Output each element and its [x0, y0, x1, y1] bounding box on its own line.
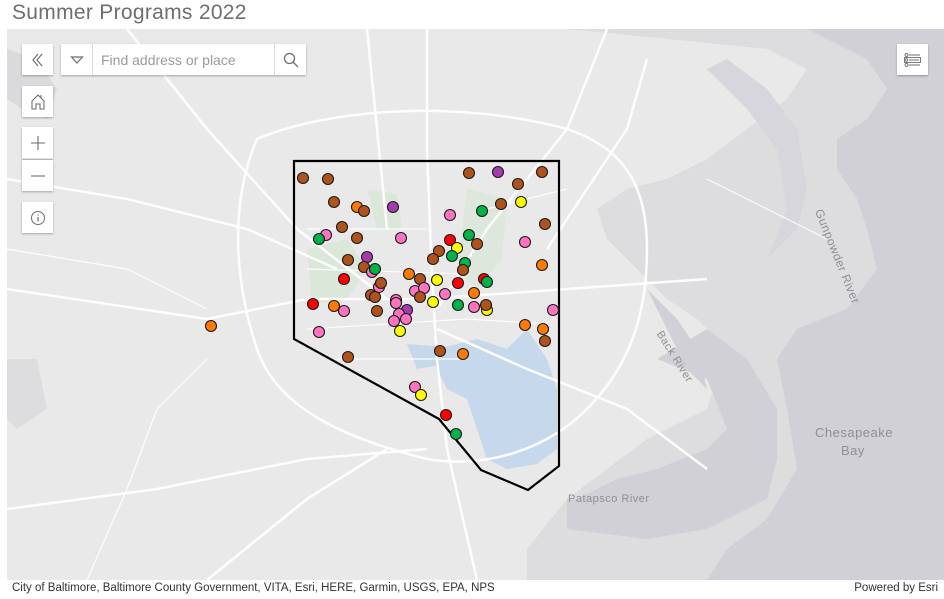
home-button[interactable]: [22, 86, 53, 117]
program-marker-brown[interactable]: [456, 263, 470, 277]
search-widget: [61, 44, 306, 75]
program-marker-orange[interactable]: [327, 299, 341, 313]
collapse-icon: [31, 53, 42, 66]
program-marker-pink[interactable]: [387, 314, 401, 328]
map-view[interactable]: Gunpowder River Back River Chesapeake Ba…: [7, 29, 944, 580]
program-marker-brown[interactable]: [511, 177, 525, 191]
program-marker-green[interactable]: [449, 427, 463, 441]
map-title: Summer Programs 2022: [12, 1, 247, 24]
chevron-down-icon: [69, 55, 84, 64]
program-marker-yellow[interactable]: [393, 324, 407, 338]
program-marker-pink[interactable]: [438, 287, 452, 301]
program-marker-brown[interactable]: [370, 304, 384, 318]
info-icon: [30, 210, 45, 225]
program-marker-green[interactable]: [475, 204, 489, 218]
program-marker-brown[interactable]: [433, 344, 447, 358]
program-marker-orange[interactable]: [402, 267, 416, 281]
program-marker-yellow[interactable]: [430, 273, 444, 287]
program-marker-orange[interactable]: [456, 347, 470, 361]
zoom-out-button[interactable]: [22, 160, 53, 191]
program-marker-brown[interactable]: [413, 290, 427, 304]
program-marker-green[interactable]: [451, 298, 465, 312]
program-marker-brown[interactable]: [327, 195, 341, 209]
program-marker-pink[interactable]: [389, 296, 403, 310]
program-marker-orange[interactable]: [536, 322, 550, 336]
attribution-sources[interactable]: City of Baltimore, Baltimore County Gove…: [12, 582, 495, 594]
powered-by-esri-link[interactable]: Powered by Esri: [854, 582, 938, 594]
program-marker-yellow[interactable]: [414, 388, 428, 402]
program-marker-green[interactable]: [462, 228, 476, 242]
program-marker-green[interactable]: [368, 262, 382, 276]
program-marker-orange[interactable]: [467, 286, 481, 300]
collapse-button[interactable]: [22, 44, 53, 75]
program-marker-brown[interactable]: [350, 231, 364, 245]
program-marker-orange[interactable]: [204, 319, 218, 333]
program-marker-red[interactable]: [306, 297, 320, 311]
program-marker-pink[interactable]: [546, 303, 560, 317]
program-marker-brown[interactable]: [535, 165, 549, 179]
attribution-bar: City of Baltimore, Baltimore County Gove…: [0, 580, 944, 599]
program-marker-orange[interactable]: [535, 258, 549, 272]
legend-button[interactable]: [897, 44, 928, 75]
program-marker-brown[interactable]: [321, 172, 335, 186]
program-marker-orange[interactable]: [518, 318, 532, 332]
program-marker-brown[interactable]: [341, 350, 355, 364]
program-marker-brown[interactable]: [296, 171, 310, 185]
program-marker-purple[interactable]: [386, 200, 400, 214]
program-marker-brown[interactable]: [426, 252, 440, 266]
program-marker-brown[interactable]: [357, 204, 371, 218]
program-markers-layer: [204, 165, 560, 441]
program-marker-yellow[interactable]: [426, 295, 440, 309]
program-marker-brown[interactable]: [374, 276, 388, 290]
minus-icon: [30, 174, 45, 177]
program-marker-pink[interactable]: [312, 325, 326, 339]
search-source-dropdown[interactable]: [61, 44, 93, 75]
zoom-in-button[interactable]: [22, 127, 53, 159]
program-marker-yellow[interactable]: [514, 195, 528, 209]
program-marker-pink[interactable]: [399, 312, 413, 326]
search-icon: [283, 52, 298, 67]
legend-icon: [903, 52, 921, 67]
program-marker-pink[interactable]: [518, 235, 532, 249]
plus-icon: [30, 135, 45, 150]
program-marker-brown[interactable]: [462, 166, 476, 180]
program-marker-red[interactable]: [337, 272, 351, 286]
search-button[interactable]: [274, 44, 306, 75]
program-marker-pink[interactable]: [467, 300, 481, 314]
program-marker-brown[interactable]: [341, 253, 355, 267]
program-marker-purple[interactable]: [360, 250, 374, 264]
program-marker-brown[interactable]: [368, 290, 382, 304]
program-marker-pink[interactable]: [394, 231, 408, 245]
info-button[interactable]: [22, 202, 53, 233]
search-input[interactable]: [93, 44, 274, 75]
program-marker-brown[interactable]: [538, 334, 552, 348]
program-marker-green[interactable]: [445, 249, 459, 263]
program-marker-brown[interactable]: [479, 298, 493, 312]
program-marker-red[interactable]: [439, 408, 453, 422]
home-icon: [30, 93, 45, 110]
program-marker-pink[interactable]: [443, 208, 457, 222]
program-marker-red[interactable]: [451, 276, 465, 290]
program-marker-brown[interactable]: [335, 220, 349, 234]
program-marker-green[interactable]: [480, 275, 494, 289]
program-marker-purple[interactable]: [491, 165, 505, 179]
program-marker-pink[interactable]: [337, 304, 351, 318]
program-marker-brown[interactable]: [538, 217, 552, 231]
program-marker-brown[interactable]: [470, 237, 484, 251]
program-marker-green[interactable]: [312, 232, 326, 246]
program-marker-brown[interactable]: [494, 197, 508, 211]
